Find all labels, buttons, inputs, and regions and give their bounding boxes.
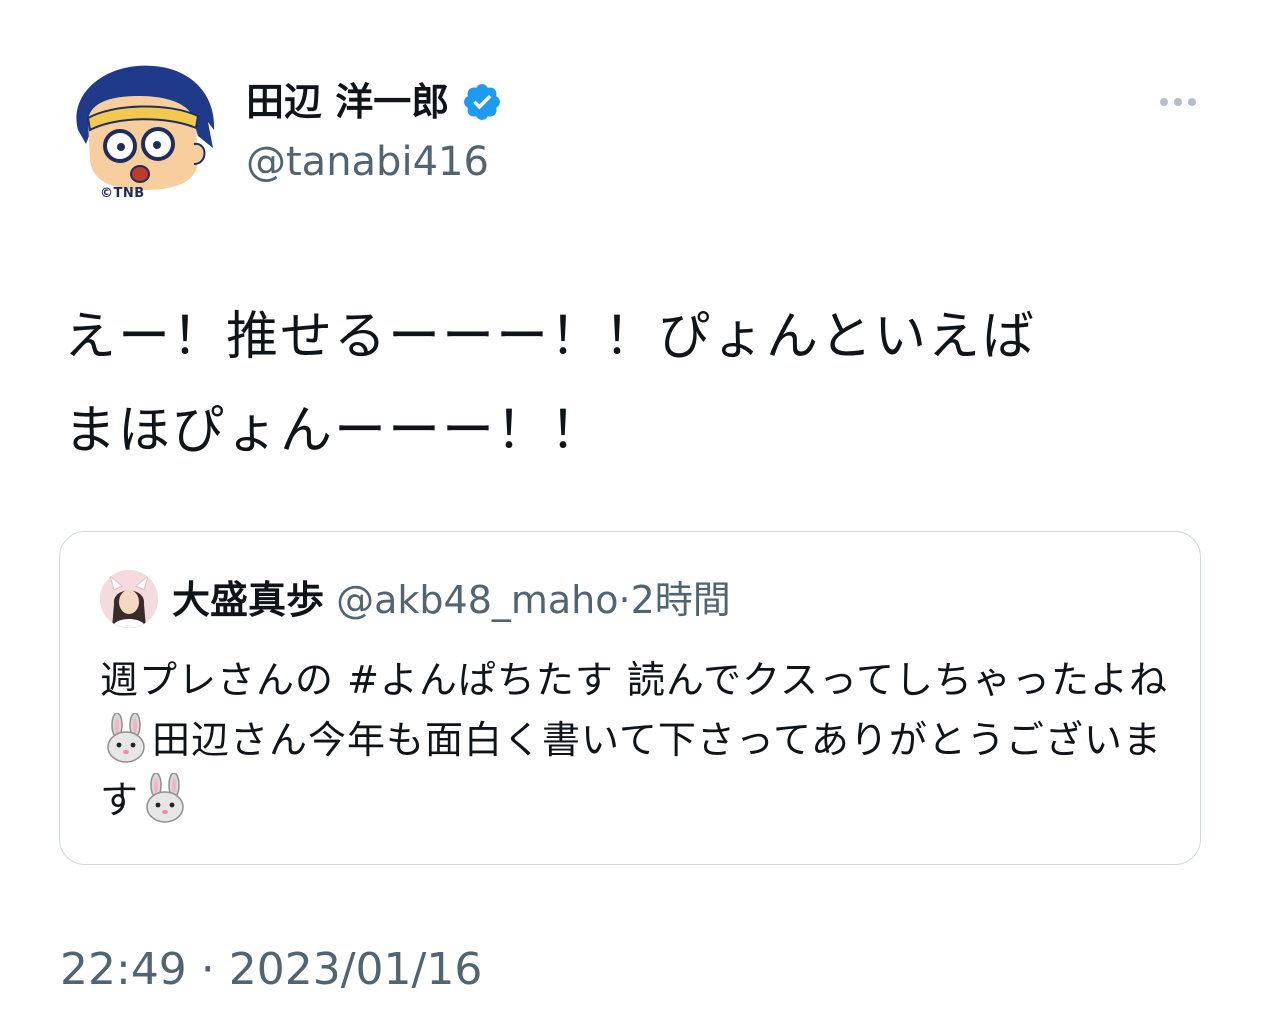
quote-author-handle[interactable]: @akb48_maho — [336, 578, 618, 622]
author-handle[interactable]: @tanabi416 — [246, 138, 489, 186]
quote-header: 大盛真歩 @akb48_maho·2時間 — [172, 576, 731, 624]
profile-photo-icon — [100, 570, 158, 628]
quote-text: 週プレさんの #よんぱちたす 読んでクスってしちゃったよね 田辺さん今年も面白く… — [100, 650, 1190, 830]
ellipsis-icon — [1160, 98, 1168, 106]
ellipsis-icon — [1188, 98, 1196, 106]
tweet-text-line: えー！推せるーーー！！ぴょんといえば — [64, 307, 1037, 367]
rabbit-face-icon — [146, 773, 184, 823]
verified-badge-icon — [464, 84, 501, 120]
quote-text-part: 週プレさんの #よんぱちたす 読んでクスってしちゃったよね — [100, 658, 1169, 702]
avatar-copyright-mark: ©TNB — [100, 186, 145, 201]
quote-tweet-card[interactable]: 大盛真歩 @akb48_maho·2時間 週プレさんの #よんぱちたす 読んでク… — [59, 531, 1201, 865]
tweet-timestamp[interactable]: 22:49 · 2023/01/16 — [60, 944, 482, 996]
tweet-text-line: まほぴょんーーー！！ — [64, 401, 605, 461]
ellipsis-icon — [1174, 98, 1182, 106]
quote-text-part: 田辺さん今年も面白く書いて下さってありがとうございます — [100, 718, 1162, 822]
more-options-button[interactable] — [1150, 84, 1206, 120]
dot-separator: · — [618, 578, 631, 622]
quote-author-avatar[interactable] — [100, 570, 158, 628]
tweet-text: えー！推せるーーー！！ぴょんといえば まほぴょんーーー！！ — [64, 290, 1214, 478]
quote-time[interactable]: 2時間 — [631, 578, 731, 622]
author-display-name[interactable]: 田辺 洋一郎 — [246, 78, 503, 126]
author-name-text: 田辺 洋一郎 — [246, 80, 450, 124]
rabbit-face-icon — [107, 713, 145, 763]
author-avatar[interactable]: ©TNB — [58, 52, 220, 214]
quote-author-name[interactable]: 大盛真歩 — [172, 578, 324, 622]
